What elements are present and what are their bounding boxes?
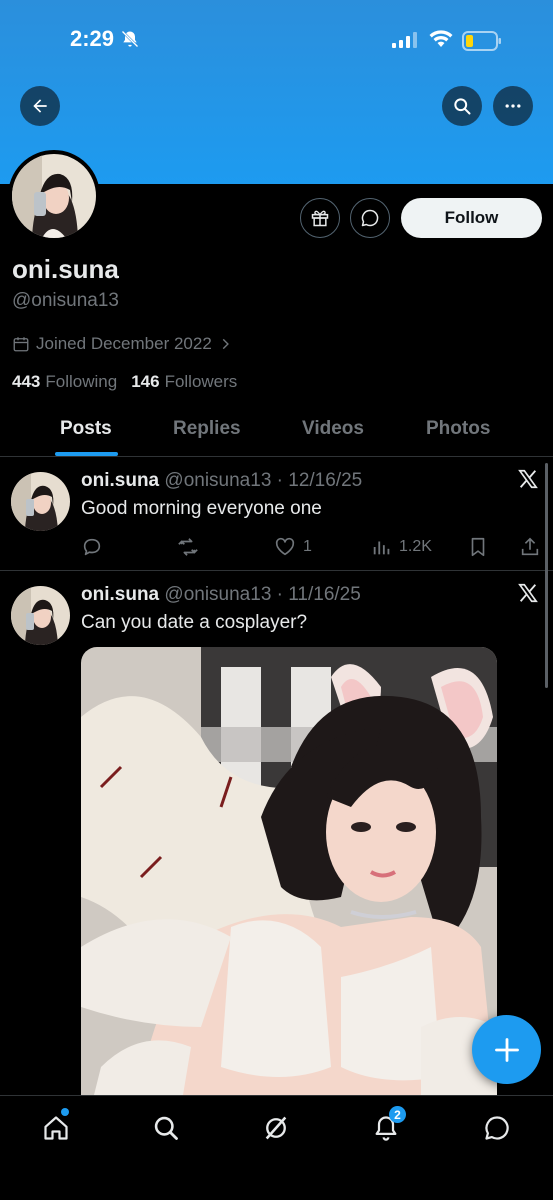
- reply-icon: [83, 538, 101, 556]
- bookmark-icon: [471, 537, 485, 557]
- calendar-icon: [13, 337, 29, 352]
- nav-home[interactable]: [40, 1108, 72, 1144]
- post-item[interactable]: oni.suna @onisuna13 · 12/16/25 Good morn…: [0, 458, 553, 571]
- nav-explore[interactable]: [150, 1112, 182, 1144]
- like-count: 1: [303, 538, 312, 555]
- avatar-photo: [11, 586, 70, 645]
- search-button[interactable]: [442, 86, 482, 126]
- post-text: Can you date a cosplayer?: [81, 612, 308, 633]
- x-logo-icon: [517, 582, 539, 609]
- follow-button[interactable]: Follow: [401, 198, 542, 238]
- views-count: 1.2K: [399, 538, 432, 555]
- post-header: oni.suna @onisuna13 · 11/16/25: [81, 584, 361, 606]
- post-author-name[interactable]: oni.suna: [81, 470, 159, 491]
- avatar-photo: [12, 154, 96, 238]
- followers-count: 146: [131, 372, 160, 391]
- reply-button[interactable]: [81, 536, 103, 558]
- joined-label: Joined December 2022: [36, 334, 212, 353]
- scrollbar[interactable]: [545, 463, 548, 688]
- x-logo-icon: [517, 468, 539, 495]
- active-tab-indicator: [55, 452, 118, 456]
- back-arrow-icon: [33, 99, 47, 113]
- explore-icon: [154, 1116, 178, 1140]
- tab-replies[interactable]: Replies: [173, 418, 241, 440]
- following-link[interactable]: 443 Following: [12, 372, 117, 392]
- repost-icon: [178, 538, 198, 556]
- profile-avatar[interactable]: [8, 150, 100, 242]
- share-button[interactable]: [519, 536, 541, 558]
- message-icon: [361, 209, 379, 227]
- post-text: Good morning everyone one: [81, 498, 322, 519]
- like-button[interactable]: 1: [273, 536, 312, 558]
- compose-plus-icon: [494, 1037, 519, 1062]
- post-avatar[interactable]: [11, 472, 70, 531]
- bookmark-button[interactable]: [467, 536, 489, 558]
- follow-stats: 443 Following 146 Followers: [12, 372, 237, 392]
- profile-handle: @onisuna13: [12, 290, 119, 311]
- following-count: 443: [12, 372, 41, 391]
- profile-tabs: Posts Replies Videos Photos: [0, 400, 553, 457]
- status-bar: 2:29: [0, 0, 553, 80]
- wifi-icon: [428, 29, 454, 54]
- nav-notifications[interactable]: 2: [370, 1106, 406, 1144]
- search-icon: [454, 98, 471, 115]
- post-meta: @onisuna13 · 11/16/25: [164, 584, 361, 605]
- profile-display-name: oni.suna: [12, 254, 119, 284]
- post-photo: [81, 647, 497, 1107]
- bottom-navigation: 2: [0, 1095, 553, 1200]
- followers-link[interactable]: 146 Followers: [131, 372, 237, 392]
- chevron-right-icon: [222, 338, 229, 350]
- message-button[interactable]: [350, 198, 390, 238]
- post-actions: 1 1.2K: [81, 536, 541, 564]
- compose-button[interactable]: [472, 1015, 541, 1084]
- silent-mode-icon: [120, 29, 140, 54]
- post-image[interactable]: [81, 647, 497, 1117]
- followers-label: Followers: [164, 372, 238, 391]
- repost-button[interactable]: [176, 536, 200, 558]
- post-author-name[interactable]: oni.suna: [81, 584, 159, 605]
- views-button[interactable]: 1.2K: [371, 536, 432, 558]
- more-icon: [505, 104, 521, 108]
- like-icon: [275, 537, 295, 556]
- following-label: Following: [45, 372, 118, 391]
- gift-icon: [311, 210, 329, 227]
- more-button[interactable]: [493, 86, 533, 126]
- tab-videos[interactable]: Videos: [302, 418, 364, 440]
- grok-icon: [265, 1116, 287, 1140]
- post-avatar[interactable]: [11, 586, 70, 645]
- views-icon: [373, 541, 390, 555]
- chat-icon: [485, 1116, 509, 1140]
- avatar-photo: [11, 472, 70, 531]
- signal-icon: [392, 32, 418, 53]
- joined-date[interactable]: Joined December 2022: [12, 334, 232, 354]
- battery-icon: [462, 31, 502, 56]
- tab-photos[interactable]: Photos: [426, 418, 490, 440]
- back-button[interactable]: [20, 86, 60, 126]
- notifications-badge: 2: [389, 1106, 406, 1123]
- share-icon: [521, 537, 539, 556]
- post-meta: @onisuna13 · 12/16/25: [164, 470, 363, 491]
- nav-grok[interactable]: [260, 1112, 292, 1144]
- home-icon: [44, 1116, 68, 1140]
- tab-posts[interactable]: Posts: [60, 418, 112, 440]
- nav-messages[interactable]: [481, 1112, 513, 1144]
- home-new-dot: [61, 1108, 69, 1116]
- status-time: 2:29: [70, 26, 115, 51]
- gift-button[interactable]: [300, 198, 340, 238]
- post-item[interactable]: oni.suna @onisuna13 · 11/16/25 Can you d…: [0, 572, 553, 1107]
- post-header: oni.suna @onisuna13 · 12/16/25: [81, 470, 362, 492]
